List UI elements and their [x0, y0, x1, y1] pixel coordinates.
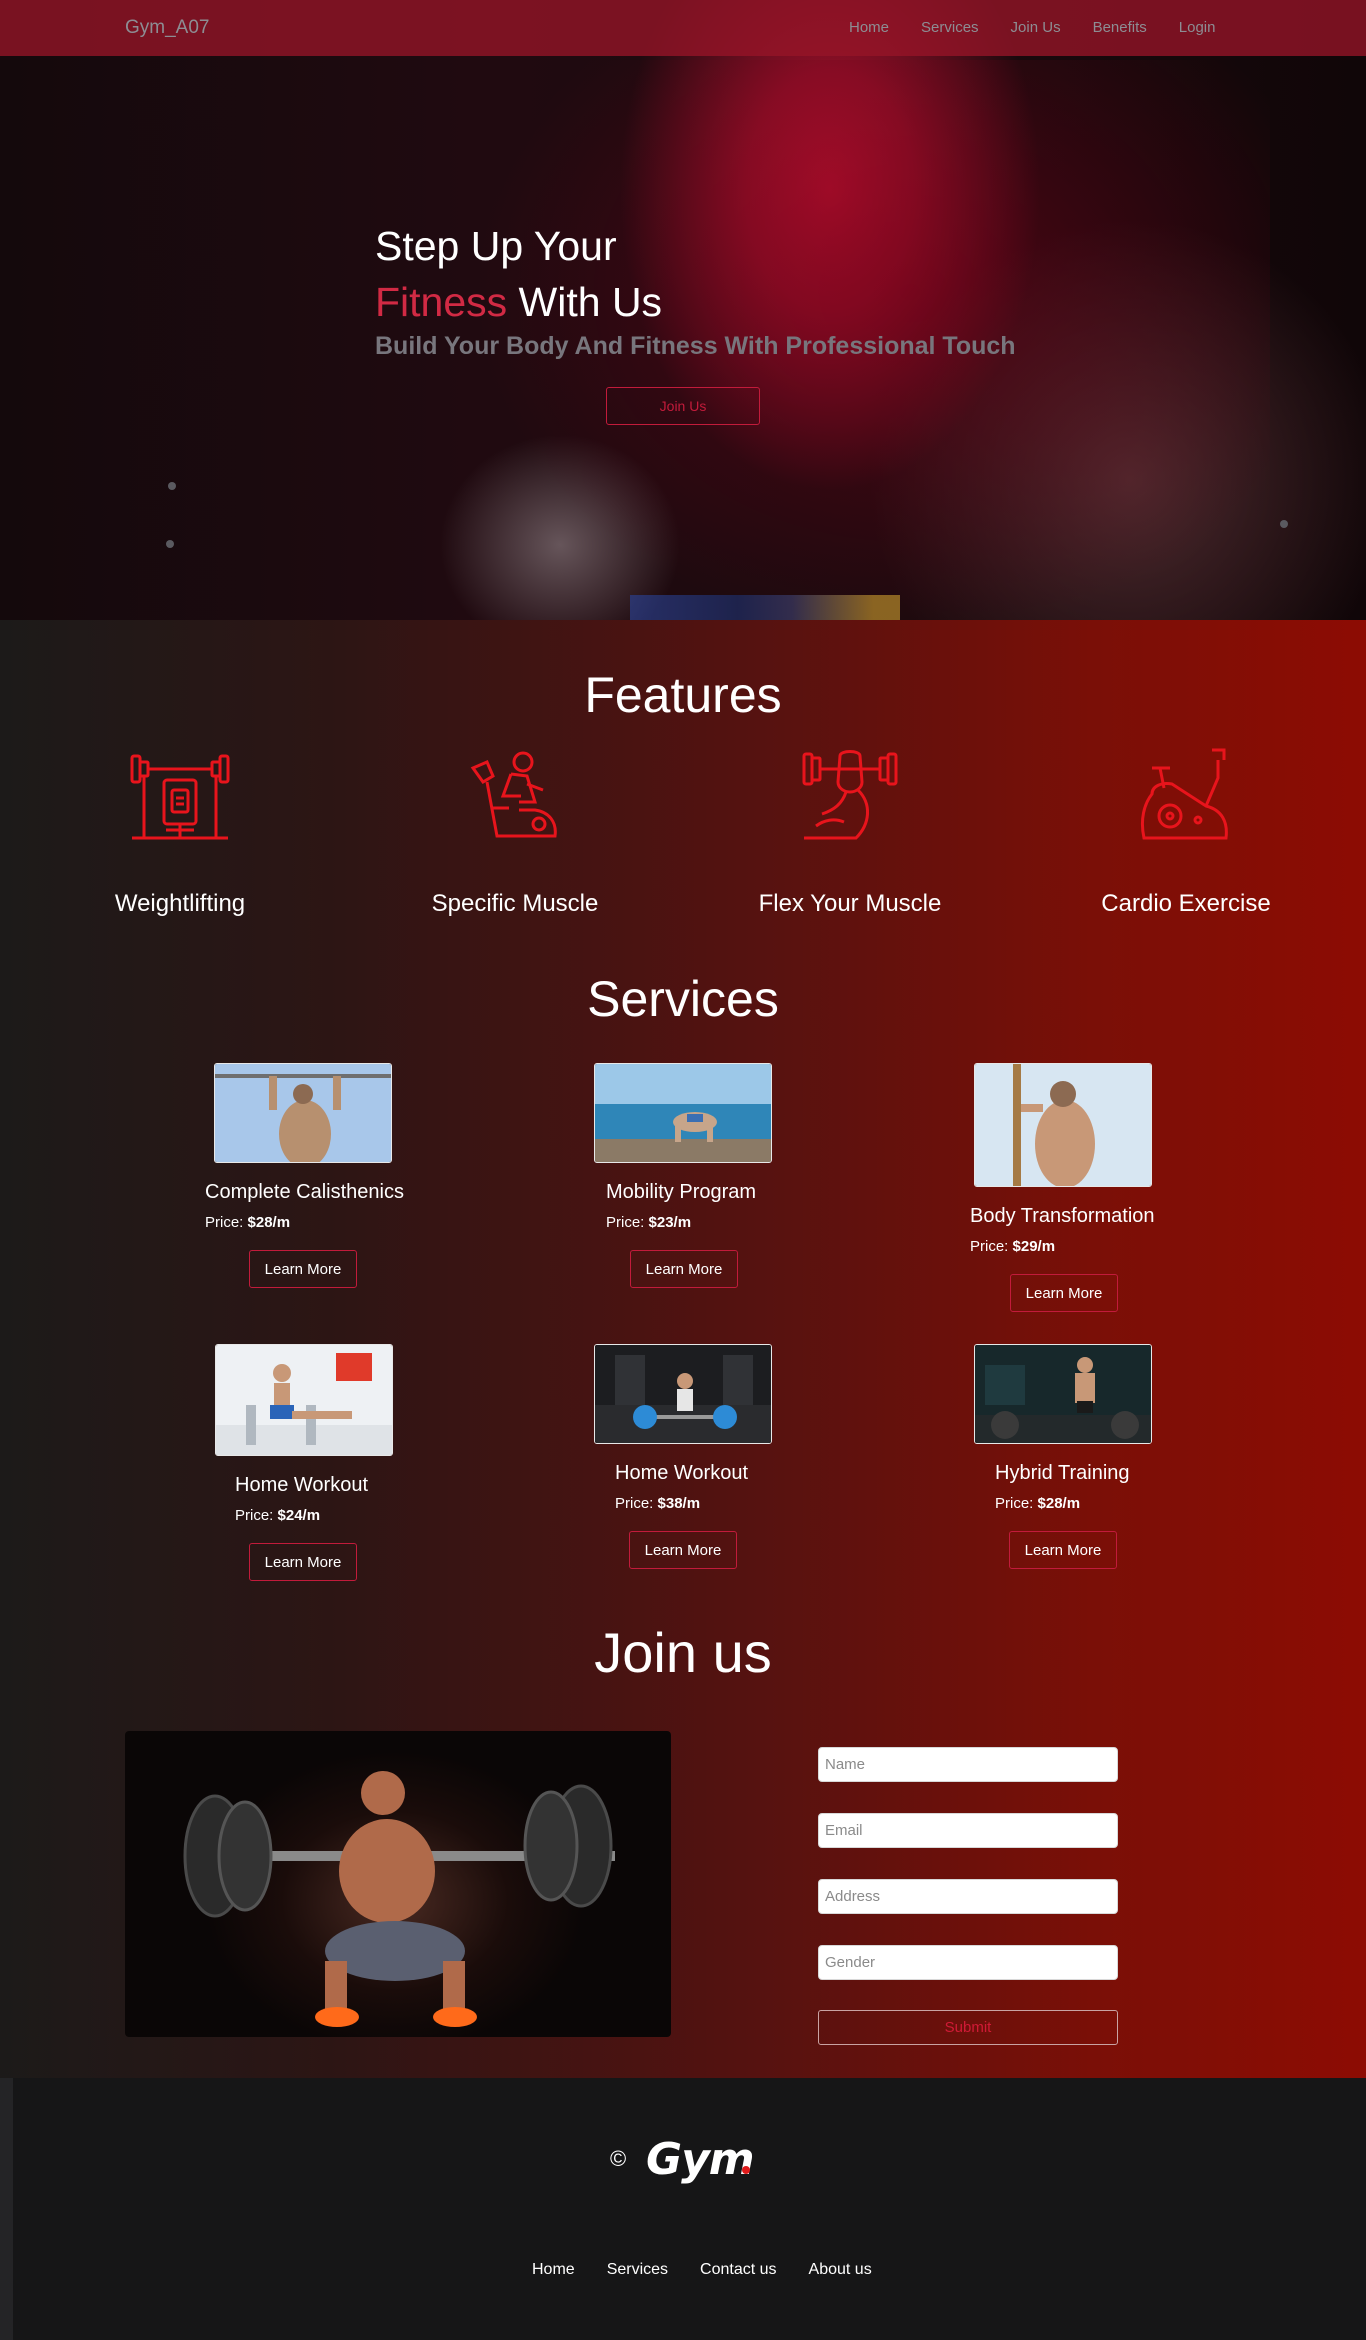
- name-field[interactable]: [818, 1747, 1118, 1782]
- service-name: Mobility Program: [606, 1181, 757, 1203]
- hero-banner: Step Up Your Fitness With Us Build Your …: [0, 0, 1366, 620]
- feature-cardio: Cardio Exercise: [1056, 748, 1316, 918]
- stationary-bike-icon: [1140, 748, 1228, 840]
- learn-more-button[interactable]: Learn More: [249, 1250, 357, 1288]
- gender-field[interactable]: [818, 1945, 1118, 1980]
- content-section: Features Weightlifting Specific Muscle F…: [0, 620, 1366, 2078]
- service-name: Home Workout: [235, 1474, 369, 1496]
- address-field[interactable]: [818, 1879, 1118, 1914]
- exercise-bike-rider-icon: [470, 751, 557, 838]
- learn-more-button[interactable]: Learn More: [249, 1543, 357, 1581]
- nav-link-login[interactable]: Login: [1179, 19, 1216, 36]
- mobility-photo: [594, 1063, 772, 1163]
- footer-edge: [0, 2078, 13, 2340]
- feature-label: Specific Muscle: [431, 890, 599, 917]
- join-photo: [125, 1731, 671, 2037]
- gym-wall-bolt: [168, 482, 176, 490]
- footer-logo[interactable]: Gym: [646, 2134, 755, 2185]
- brand-name[interactable]: Gym_A07: [125, 17, 209, 39]
- learn-more-button[interactable]: Learn More: [630, 1250, 738, 1288]
- service-name: Complete Calisthenics: [205, 1181, 404, 1203]
- logo-dot: [742, 2166, 750, 2174]
- submit-button[interactable]: Submit: [818, 2010, 1118, 2045]
- nav-link-home[interactable]: Home: [849, 19, 889, 36]
- service-name: Hybrid Training: [995, 1462, 1130, 1484]
- boxing-glove-strap: [630, 595, 900, 620]
- feature-label: Flex Your Muscle: [758, 890, 942, 917]
- footer: © Gym Home Services Contact us About us: [0, 2078, 1366, 2340]
- service-price: Price: $38/m: [615, 1495, 701, 1512]
- service-price: Price: $24/m: [235, 1507, 321, 1524]
- footer-link-contact[interactable]: Contact us: [700, 2261, 776, 2279]
- nav-link-services[interactable]: Services: [921, 19, 979, 36]
- calisthenics-photo: [214, 1063, 392, 1163]
- home-workout-photo: [215, 1344, 393, 1456]
- footer-link-about[interactable]: About us: [809, 2261, 872, 2279]
- email-field[interactable]: [818, 1813, 1118, 1848]
- weight-bench-icon: [130, 754, 230, 840]
- services-title: Services: [587, 971, 779, 1027]
- service-card: Mobility Program Price: $23/m Learn More: [594, 1063, 806, 1288]
- join-title: Join us: [594, 1621, 772, 1684]
- service-card: Home Workout Price: $24/m Learn More: [215, 1344, 435, 1581]
- feature-weightlifting: Weightlifting: [50, 748, 310, 918]
- flexing-arm-icon: [802, 750, 898, 840]
- copyright-symbol: ©: [610, 2146, 627, 2171]
- features-title: Features: [584, 667, 782, 723]
- service-card: Home Workout Price: $38/m Learn More: [594, 1344, 815, 1569]
- service-name: Home Workout: [615, 1462, 749, 1484]
- learn-more-button[interactable]: Learn More: [1010, 1274, 1118, 1312]
- nav-link-benefits[interactable]: Benefits: [1093, 19, 1147, 36]
- service-price: Price: $23/m: [606, 1214, 692, 1231]
- nav-links: Home Services Join Us Benefits Login: [849, 19, 1215, 36]
- service-card: Hybrid Training Price: $28/m Learn More: [974, 1344, 1195, 1569]
- body-transformation-photo: [974, 1063, 1152, 1187]
- learn-more-button[interactable]: Learn More: [629, 1531, 737, 1569]
- feature-flex-muscle: Flex Your Muscle: [720, 748, 980, 918]
- hero-title-line2: Fitness With Us: [375, 274, 1016, 330]
- service-price: Price: $28/m: [205, 1214, 291, 1231]
- footer-link-services[interactable]: Services: [607, 2261, 668, 2279]
- gym-wall-bolt: [1280, 520, 1288, 528]
- learn-more-button[interactable]: Learn More: [1009, 1531, 1117, 1569]
- hero-join-button[interactable]: Join Us: [606, 387, 760, 425]
- service-card: Body Transformation Price: $29/m Learn M…: [970, 1063, 1170, 1312]
- service-price: Price: $29/m: [970, 1238, 1056, 1255]
- service-card: Complete Calisthenics Price: $28/m Learn…: [205, 1063, 445, 1288]
- nav-link-join-us[interactable]: Join Us: [1011, 19, 1061, 36]
- hybrid-training-photo: [974, 1344, 1152, 1444]
- footer-link-home[interactable]: Home: [532, 2261, 575, 2279]
- squat-barbell-image: [183, 1771, 615, 2027]
- hero-title-rest: With Us: [507, 279, 663, 325]
- feature-label: Weightlifting: [114, 890, 246, 917]
- top-navbar: Gym_A07 Home Services Join Us Benefits L…: [0, 0, 1366, 56]
- hero-title-accent: Fitness: [375, 279, 508, 325]
- feature-label: Cardio Exercise: [1101, 890, 1271, 917]
- hero-title-line1: Step Up Your: [375, 223, 617, 269]
- hero-heading: Step Up Your Fitness With Us Build Your …: [375, 218, 1016, 361]
- footer-links: Home Services Contact us About us: [532, 2261, 872, 2279]
- service-name: Body Transformation: [970, 1205, 1155, 1227]
- hero-subtitle: Build Your Body And Fitness With Profess…: [375, 332, 1016, 360]
- home-workout-barbell-photo: [594, 1344, 772, 1444]
- gym-wall-bolt: [166, 540, 174, 548]
- service-price: Price: $28/m: [995, 1495, 1081, 1512]
- feature-specific-muscle: Specific Muscle: [385, 748, 645, 918]
